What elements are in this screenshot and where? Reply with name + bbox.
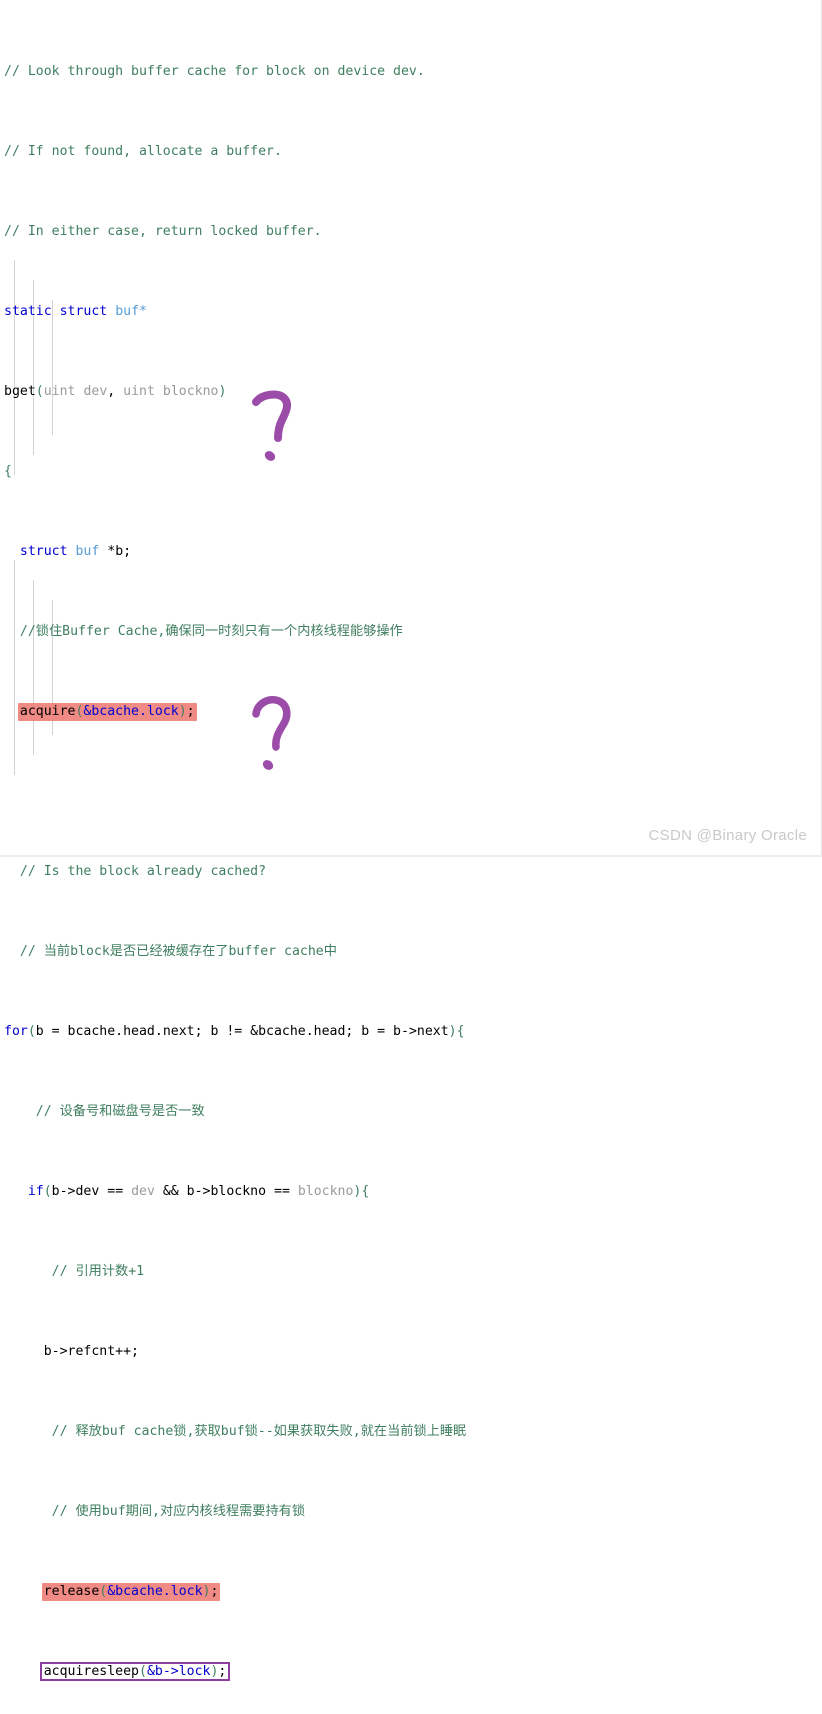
function-call-acquire: acquire	[19, 704, 76, 719]
code-line-6[interactable]: {	[0, 462, 821, 482]
comment-text: // In either case, return locked buffer.	[4, 224, 322, 239]
code-line-12[interactable]: // 当前block是否已经被缓存在了buffer cache中	[0, 942, 821, 962]
comment-text: // 设备号和磁盘号是否一致	[35, 1104, 205, 1119]
code-line-21[interactable]: acquiresleep(&b->lock);	[0, 1662, 821, 1682]
code-line-20[interactable]: release(&bcache.lock);	[0, 1582, 821, 1602]
cond-part-b: && b->blockno ==	[154, 1184, 298, 1199]
comment-text: // 使用buf期间,对应内核线程需要持有锁	[51, 1504, 306, 1519]
paren-open: (	[35, 384, 44, 399]
code-line-3[interactable]: // In either case, return locked buffer.	[0, 222, 821, 242]
code-line-18[interactable]: // 释放buf cache锁,获取buf锁--如果获取失败,就在当前锁上睡眠	[0, 1422, 821, 1442]
code-line-1[interactable]: // Look through buffer cache for block o…	[0, 62, 821, 82]
paren-open: (	[99, 1584, 108, 1599]
param-blockno: blockno	[162, 384, 219, 399]
comment-text: // If not found, allocate a buffer.	[4, 144, 282, 159]
function-call-release: release	[43, 1584, 100, 1599]
type-buf: buf	[75, 544, 100, 559]
code-line-13[interactable]: for(b = bcache.head.next; b != &bcache.h…	[0, 1022, 821, 1042]
function-call-acquiresleep: acquiresleep	[43, 1664, 139, 1679]
keyword-if: if	[27, 1184, 44, 1199]
keyword-struct: struct	[59, 304, 108, 319]
code-line-2[interactable]: // If not found, allocate a buffer.	[0, 142, 821, 162]
paren-close: )	[448, 1024, 457, 1039]
code-line-7[interactable]: struct buf *b;	[0, 542, 821, 562]
paren-open: (	[138, 1664, 147, 1679]
comment-text: // 当前block是否已经被缓存在了buffer cache中	[19, 944, 337, 959]
code-line-9[interactable]: acquire(&bcache.lock);	[0, 702, 821, 722]
code-editor[interactable]: // Look through buffer cache for block o…	[0, 0, 822, 1681]
semicolon: ;	[218, 1664, 227, 1679]
keyword-static: static	[4, 304, 52, 319]
comment-text: //锁住Buffer Cache,确保同一时刻只有一个内核线程能够操作	[19, 624, 403, 639]
highlight-release-bcache-lock-1: release(&bcache.lock);	[41, 1583, 221, 1601]
arg-bcache-lock: &bcache.lock	[107, 1584, 203, 1599]
paren-close: )	[353, 1184, 362, 1199]
semicolon: ;	[186, 704, 195, 719]
paren-close: )	[210, 1664, 219, 1679]
comment-text: // 引用计数+1	[51, 1264, 145, 1279]
brace-open: {	[4, 464, 12, 479]
keyword-for: for	[4, 1024, 28, 1039]
code-block[interactable]: // Look through buffer cache for block o…	[0, 0, 821, 1714]
comment-text: // Is the block already cached?	[19, 864, 267, 879]
code-line-14[interactable]: // 设备号和磁盘号是否一致	[0, 1102, 821, 1122]
param-blockno: blockno	[297, 1184, 354, 1199]
paren-open: (	[43, 1184, 52, 1199]
highlight-acquire-bcache-lock: acquire(&bcache.lock);	[17, 703, 197, 721]
arg-b-lock: &b->lock	[146, 1664, 211, 1679]
box-acquiresleep-1: acquiresleep(&b->lock);	[39, 1662, 231, 1681]
code-line-15[interactable]: if(b->dev == dev && b->blockno == blockn…	[0, 1182, 821, 1202]
var-b: *b;	[99, 544, 132, 559]
semicolon: ;	[210, 1584, 219, 1599]
type-buf: buf*	[115, 304, 147, 319]
keyword-struct: struct	[19, 544, 68, 559]
paren-close: )	[202, 1584, 211, 1599]
paren-close: )	[218, 384, 227, 399]
code-line-10-blank	[0, 782, 821, 802]
code-line-5[interactable]: bget(uint dev, uint blockno)	[0, 382, 821, 402]
code-line-4[interactable]: static struct buf*	[0, 302, 821, 322]
param-dev: dev	[83, 384, 108, 399]
code-line-16[interactable]: // 引用计数+1	[0, 1262, 821, 1282]
code-line-17[interactable]: b->refcnt++;	[0, 1342, 821, 1362]
paren-open: (	[27, 1024, 36, 1039]
brace-open: {	[361, 1184, 370, 1199]
type-uint: uint	[123, 384, 155, 399]
cond-part-a: b->dev ==	[51, 1184, 132, 1199]
code-line-11[interactable]: // Is the block already cached?	[0, 862, 821, 882]
param-dev: dev	[131, 1184, 155, 1199]
watermark: CSDN @Binary Oracle	[648, 827, 807, 844]
comment-text: // Look through buffer cache for block o…	[4, 64, 425, 79]
comma: ,	[107, 384, 124, 399]
arg-bcache-lock: &bcache.lock	[83, 704, 179, 719]
statement-refcnt-increment: b->refcnt++;	[43, 1344, 139, 1359]
brace-open: {	[456, 1024, 465, 1039]
type-uint: uint	[43, 384, 76, 399]
comment-text: // 释放buf cache锁,获取buf锁--如果获取失败,就在当前锁上睡眠	[51, 1424, 467, 1439]
for-expression: b = bcache.head.next; b != &bcache.head;…	[35, 1024, 449, 1039]
paren-close: )	[178, 704, 187, 719]
code-line-8[interactable]: //锁住Buffer Cache,确保同一时刻只有一个内核线程能够操作	[0, 622, 821, 642]
code-line-19[interactable]: // 使用buf期间,对应内核线程需要持有锁	[0, 1502, 821, 1522]
function-name-bget: bget	[4, 384, 36, 399]
